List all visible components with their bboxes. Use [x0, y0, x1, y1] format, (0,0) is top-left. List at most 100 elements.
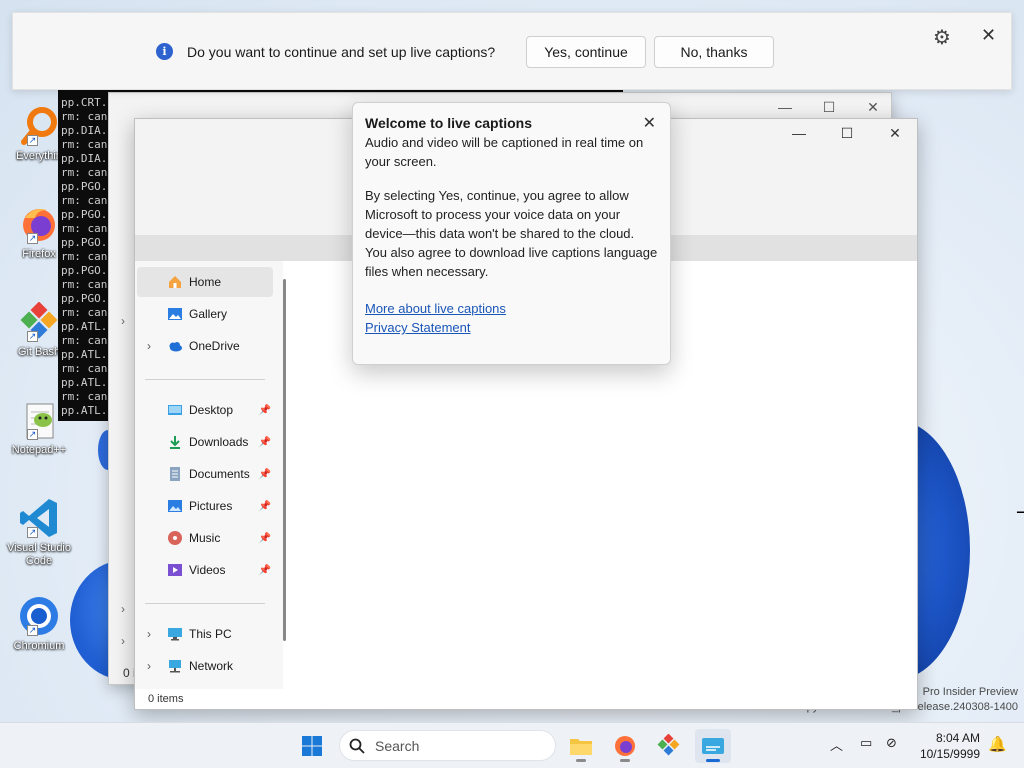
shortcut-arrow-icon: ↗: [27, 331, 38, 342]
flyout-consent-text: By selecting Yes, continue, you agree to…: [365, 188, 658, 279]
nav-item-label: Music: [189, 531, 221, 545]
nav-item-this-pc[interactable]: › This PC: [137, 619, 273, 649]
nav-divider: [145, 603, 265, 604]
taskbar-live-captions[interactable]: [695, 729, 731, 763]
taskbar-firefox[interactable]: [607, 729, 643, 763]
window-controls: — ☐ ✕: [791, 125, 903, 142]
desktop-icon-label: Firefox: [22, 248, 56, 260]
pin-icon[interactable]: 📌: [259, 565, 271, 576]
system-clock[interactable]: 8:04 AM 10/15/9999: [912, 730, 980, 762]
minimize-button[interactable]: —: [791, 125, 807, 142]
navigation-pane: Home Gallery › OneDrive Desktop 📌 Downlo…: [135, 261, 283, 689]
nav-item-onedrive[interactable]: › OneDrive: [137, 331, 273, 361]
running-indicator: [706, 759, 720, 762]
gear-icon[interactable]: ⚙: [933, 25, 951, 50]
close-button[interactable]: ✕: [865, 99, 881, 116]
network-status-icon[interactable]: ⊘: [886, 735, 897, 751]
desktop-folder-icon: [167, 402, 183, 418]
nav-item-label: Network: [189, 659, 234, 673]
running-indicator: [576, 759, 586, 762]
firefox-icon: ↗: [17, 202, 61, 246]
nav-item-desktop[interactable]: Desktop 📌: [137, 395, 273, 425]
info-icon: i: [156, 43, 173, 60]
taskbar-git-bash[interactable]: [651, 729, 687, 763]
shortcut-arrow-icon: ↗: [27, 429, 38, 440]
shortcut-arrow-icon: ↗: [27, 625, 38, 636]
nav-item-documents[interactable]: Documents 📌: [137, 459, 273, 489]
nav-item-videos[interactable]: Videos 📌: [137, 555, 273, 585]
nav-item-label: OneDrive: [189, 339, 240, 353]
notification-bell-icon[interactable]: 🔔: [988, 735, 1007, 753]
nav-item-home[interactable]: Home: [137, 267, 273, 297]
banner-message: Do you want to continue and set up live …: [187, 44, 496, 60]
shortcut-arrow-icon: ↗: [27, 233, 38, 244]
git-bash-icon: ↗: [17, 300, 61, 344]
desktop-icon-label: Notepad++: [11, 444, 67, 456]
chevron-right-icon[interactable]: ›: [147, 339, 151, 353]
mouse-cursor-icon: ⇥: [1016, 502, 1024, 522]
chevron-right-icon[interactable]: ›: [121, 602, 125, 616]
more-about-link[interactable]: More about live captions: [365, 299, 658, 318]
nav-item-pictures[interactable]: Pictures 📌: [137, 491, 273, 521]
minimize-button[interactable]: —: [777, 99, 793, 116]
chevron-right-icon[interactable]: ›: [121, 314, 125, 328]
close-icon[interactable]: ✕: [643, 113, 656, 133]
pin-icon[interactable]: 📌: [259, 533, 271, 544]
taskbar-file-explorer[interactable]: [563, 729, 599, 763]
document-icon: [167, 466, 183, 482]
nav-item-gallery[interactable]: Gallery: [137, 299, 273, 329]
window-controls: — ☐ ✕: [777, 99, 881, 116]
pin-icon[interactable]: 📌: [259, 405, 271, 416]
search-icon: [349, 738, 365, 754]
onedrive-cloud-icon: [167, 338, 183, 354]
windows-logo-icon: [302, 736, 322, 756]
maximize-button[interactable]: ☐: [821, 99, 837, 116]
nav-item-music[interactable]: Music 📌: [137, 523, 273, 553]
desktop-icon-vscode[interactable]: ↗ Visual Studio Code: [4, 496, 74, 568]
shortcut-arrow-icon: ↗: [27, 527, 38, 538]
nav-item-network[interactable]: › Network: [137, 651, 273, 681]
desktop-icon-label: Git Bash: [17, 346, 61, 358]
nav-divider: [145, 379, 265, 380]
close-button[interactable]: ✕: [887, 125, 903, 142]
chevron-up-icon[interactable]: ︿: [830, 735, 843, 754]
desktop-icon-chromium[interactable]: ↗ Chromium: [4, 594, 74, 653]
live-captions-banner: i Do you want to continue and set up liv…: [12, 12, 1012, 90]
shortcut-arrow-icon: ↗: [27, 135, 38, 146]
desktop-icon-label: Visual Studio Code: [6, 542, 71, 567]
desktop-icon-label: Everythin: [16, 150, 62, 162]
nav-item-downloads[interactable]: Downloads 📌: [137, 427, 273, 457]
pictures-icon: [167, 498, 183, 514]
live-captions-flyout: ✕ Welcome to live captions Audio and vid…: [352, 102, 671, 365]
download-icon: [167, 434, 183, 450]
flyout-title: Welcome to live captions: [365, 115, 533, 131]
pin-icon[interactable]: 📌: [259, 437, 271, 448]
pin-icon[interactable]: 📌: [259, 469, 271, 480]
clock-time: 8:04 AM: [935, 731, 980, 745]
chromium-icon: ↗: [17, 594, 61, 638]
notepadpp-icon: ↗: [17, 398, 61, 442]
home-icon: [167, 274, 183, 290]
chevron-right-icon[interactable]: ›: [147, 627, 151, 641]
maximize-button[interactable]: ☐: [839, 125, 855, 142]
vscode-icon: ↗: [17, 496, 61, 540]
yes-continue-button[interactable]: Yes, continue: [526, 36, 646, 68]
desktop-icon-label: Chromium: [13, 640, 65, 652]
nav-item-label: This PC: [189, 627, 232, 641]
close-icon[interactable]: ✕: [981, 25, 996, 46]
privacy-statement-link[interactable]: Privacy Statement: [365, 318, 658, 337]
chevron-right-icon[interactable]: ›: [121, 634, 125, 648]
nav-item-label: Desktop: [189, 403, 234, 417]
no-thanks-button[interactable]: No, thanks: [654, 36, 774, 68]
nav-item-label: Pictures: [189, 499, 233, 513]
taskbar-search[interactable]: Search: [339, 730, 556, 761]
nav-scrollbar[interactable]: [283, 279, 286, 641]
display-icon[interactable]: ▭: [860, 735, 872, 751]
watermark-edition: Pro Insider Preview: [922, 686, 1018, 698]
start-button[interactable]: [294, 729, 330, 763]
pin-icon[interactable]: 📌: [259, 501, 271, 512]
chevron-right-icon[interactable]: ›: [147, 659, 151, 673]
live-captions-icon: [702, 738, 724, 754]
git-bash-icon: [657, 734, 680, 756]
item-count-status: 0 items: [148, 693, 184, 705]
